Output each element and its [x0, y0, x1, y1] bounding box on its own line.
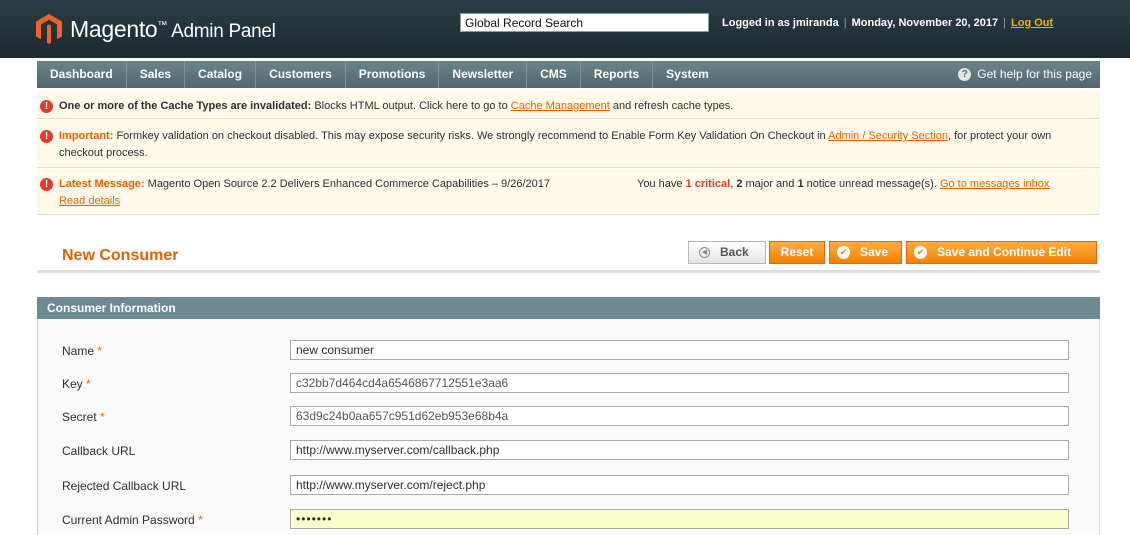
messages-inbox-link[interactable]: Go to messages inbox: [940, 178, 1049, 190]
unread-prefix: You have: [637, 178, 686, 190]
latest-message-notice: ! Latest Message: Magento Open Source 2.…: [37, 169, 1100, 215]
required-mark: *: [198, 513, 203, 527]
back-button-label: Back: [720, 245, 749, 259]
save-button-label: Save: [860, 245, 889, 259]
secret-label: Secret *: [62, 410, 105, 424]
separator: |: [1003, 17, 1006, 29]
save-and-continue-label: Save and Continue Edit: [937, 245, 1072, 259]
unread-messages-summary: You have 1 critical, 2 major and 1 notic…: [637, 178, 1050, 190]
formkey-notice-text: Formkey validation on checkout disabled.…: [113, 130, 829, 142]
cache-notice-text: Blocks HTML output. Click here to go to: [311, 100, 511, 112]
password-label-text: Current Admin Password: [62, 513, 195, 527]
logo-main-text: Magento: [70, 15, 158, 42]
rejected-callback-url-input[interactable]: [290, 475, 1069, 495]
security-section-link[interactable]: Admin / Security Section: [828, 130, 948, 142]
cache-notice: ! One or more of the Cache Types are inv…: [37, 90, 1100, 119]
name-label: Name *: [62, 344, 102, 358]
error-icon: !: [40, 178, 53, 191]
error-icon: !: [40, 130, 53, 143]
logged-in-user: Logged in as jmiranda: [722, 17, 839, 29]
nav-cms[interactable]: CMS: [527, 61, 581, 88]
consumer-information-header: Consumer Information: [37, 297, 1100, 319]
nav-promotions[interactable]: Promotions: [346, 61, 440, 88]
nav-catalog[interactable]: Catalog: [185, 61, 257, 88]
reset-button[interactable]: Reset: [769, 241, 825, 264]
title-divider: [37, 270, 1100, 273]
help-link[interactable]: ? Get help for this page: [958, 61, 1092, 88]
global-search-input[interactable]: [460, 13, 709, 32]
callback-url-input[interactable]: [290, 440, 1069, 460]
main-nav: Dashboard Sales Catalog Customers Promot…: [37, 61, 1100, 88]
save-and-continue-button[interactable]: ✔ Save and Continue Edit: [906, 241, 1097, 264]
secret-label-text: Secret: [62, 410, 97, 424]
reset-button-label: Reset: [780, 245, 814, 259]
critical-count: 1: [685, 178, 692, 190]
formkey-notice: ! Important: Formkey validation on check…: [37, 120, 1100, 168]
error-icon: !: [40, 100, 53, 113]
save-button[interactable]: ✔ Save: [829, 241, 902, 264]
current-admin-password-label: Current Admin Password *: [62, 513, 203, 527]
checkmark-icon: ✔: [837, 246, 850, 259]
logout-link[interactable]: Log Out: [1011, 17, 1053, 29]
key-input[interactable]: [290, 373, 1069, 393]
formkey-notice-bold: Important:: [59, 130, 114, 142]
separator: |: [843, 17, 847, 29]
nav-sales[interactable]: Sales: [127, 61, 186, 88]
nav-reports[interactable]: Reports: [581, 61, 654, 88]
cache-notice-tail: and refresh cache types.: [609, 100, 734, 112]
logo-trademark: ™: [157, 19, 168, 31]
nav-newsletter[interactable]: Newsletter: [439, 61, 528, 88]
magento-logo-icon: [36, 14, 62, 44]
name-label-text: Name: [62, 344, 95, 358]
help-label: Get help for this page: [977, 67, 1092, 81]
arrow-left-icon: ◀: [699, 247, 710, 258]
magento-logo[interactable]: Magento™ Admin Panel: [36, 14, 276, 44]
required-mark: *: [86, 377, 91, 391]
cache-notice-bold: One or more of the Cache Types are inval…: [59, 100, 312, 112]
help-icon: ?: [958, 68, 972, 81]
required-mark: *: [97, 344, 103, 358]
latest-message-text: Magento Open Source 2.2 Delivers Enhance…: [144, 178, 550, 190]
nav-dashboard[interactable]: Dashboard: [37, 61, 127, 88]
required-mark: *: [100, 410, 105, 424]
current-admin-password-input[interactable]: [290, 509, 1069, 529]
secret-input[interactable]: [290, 406, 1069, 426]
rejected-callback-url-label: Rejected Callback URL: [62, 479, 187, 493]
major-label: major and: [742, 178, 798, 190]
name-input[interactable]: [290, 340, 1069, 360]
latest-message-bold: Latest Message:: [59, 178, 145, 190]
key-label-text: Key: [62, 377, 83, 391]
logo-sub-text: Admin Panel: [171, 20, 276, 42]
checkmark-icon: ✔: [914, 246, 927, 259]
admin-header: Magento™Admin Panel Logged in as jmirand…: [0, 0, 1130, 58]
cache-management-link[interactable]: Cache Management: [511, 100, 610, 112]
current-date: Monday, November 20, 2017: [851, 17, 999, 29]
back-button[interactable]: ◀ Back: [688, 241, 766, 264]
page-title: New Consumer: [62, 247, 179, 264]
login-info: Logged in as jmiranda | Monday, November 2…: [722, 17, 1053, 29]
read-details-link[interactable]: Read details: [59, 195, 120, 207]
nav-system[interactable]: System: [653, 61, 722, 88]
notice-label: notice unread message(s).: [803, 178, 940, 190]
nav-customers[interactable]: Customers: [256, 61, 346, 88]
critical-label: critical: [694, 178, 731, 190]
key-label: Key *: [62, 377, 91, 391]
callback-url-label: Callback URL: [62, 444, 136, 458]
